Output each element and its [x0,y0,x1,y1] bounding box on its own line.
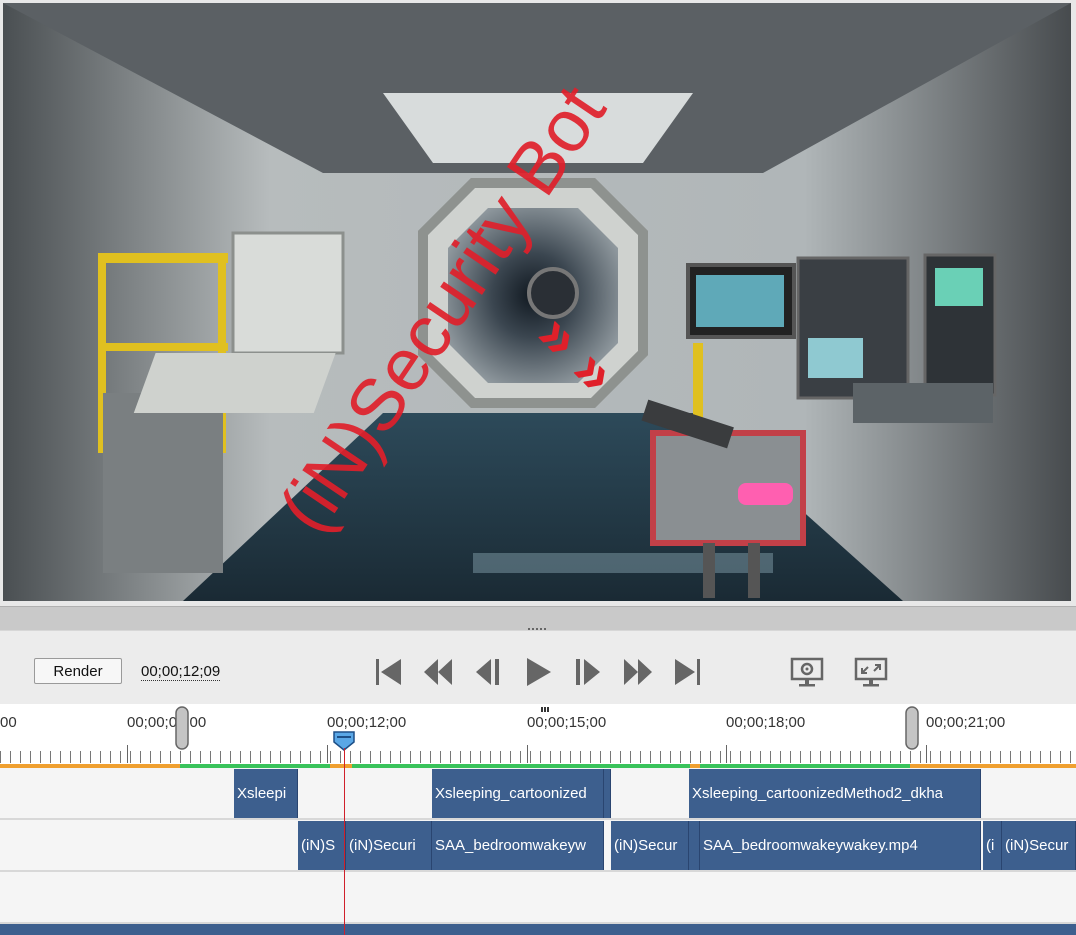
timeline-clip[interactable]: (i [983,821,1002,870]
go-to-end-icon [675,659,700,685]
video-track-1[interactable]: Xsleepi Xsleeping_cartoonized Xsleeping_… [0,768,1076,820]
ruler-label: 00 [0,714,17,731]
fit-to-screen-button[interactable] [854,655,888,689]
transport-bar: Render 00;00;12;09 [0,630,1076,705]
timeline-clip[interactable] [604,769,611,818]
go-to-end-button[interactable] [671,655,705,689]
marker-icon[interactable] [541,707,549,712]
playhead-line [344,748,345,935]
timeline-clip[interactable] [689,821,700,870]
preview-frame: (iN)Security Bot » » [3,3,1071,601]
ruler-label: 00;00;21;00 [926,714,1006,731]
go-to-start-icon [376,659,401,685]
step-forward-icon [576,659,600,685]
video-preview-panel: (iN)Security Bot » » [0,0,1076,606]
timeline-clip[interactable]: Xsleeping_cartoonizedMethod2_dkha [689,769,981,818]
previous-frame-button[interactable] [471,655,505,689]
timeline-clip[interactable]: SAA_bedroomwakeywakey.mp4 [700,821,981,870]
rewind-icon [424,659,452,685]
play-icon [527,658,551,686]
timeline-clip[interactable]: (iN)Securi [346,821,432,870]
step-back-icon [476,659,499,685]
ruler-label: 00;00;12;00 [327,714,407,731]
audio-track-clip-strip[interactable] [0,924,1076,935]
timeline-clip[interactable]: (iN)S [298,821,346,870]
play-button[interactable] [521,655,555,689]
timeline-clip[interactable]: SAA_bedroomwakeyw [432,821,604,870]
monitor-resize-icon [854,657,888,687]
timeline-ruler[interactable]: 00 00;00;09;00 00;00;12;00 00;00;15;00 0… [0,704,1076,768]
timeline-clip[interactable]: (iN)Secur [611,821,689,870]
timeline-clip[interactable]: Xsleepi [234,769,298,818]
video-track-2[interactable]: (iN)S (iN)Securi SAA_bedroomwakeyw (iN)S… [0,820,1076,872]
previous-frame-fast-button[interactable] [421,655,455,689]
video-track-3[interactable] [0,872,1076,924]
render-button[interactable]: Render [34,658,122,684]
monitor-gear-icon [790,657,824,687]
next-frame-fast-button[interactable] [621,655,655,689]
ruler-label: 00;00;18;00 [726,714,806,731]
panel-splitter[interactable] [0,606,1076,631]
timeline-clip[interactable]: Xsleeping_cartoonized [432,769,604,818]
fast-forward-icon [624,659,652,685]
preview-settings-button[interactable] [790,655,824,689]
current-timecode[interactable]: 00;00;12;09 [141,663,221,681]
ruler-label: 00;00;09;00 [127,714,207,731]
go-to-start-button[interactable] [371,655,405,689]
loop-end-handle-icon[interactable] [905,706,919,750]
ruler-label: 00;00;15;00 [527,714,607,731]
next-frame-button[interactable] [571,655,605,689]
timeline-clip[interactable]: (iN)Secur [1002,821,1076,870]
loop-start-handle-icon[interactable] [175,706,189,750]
